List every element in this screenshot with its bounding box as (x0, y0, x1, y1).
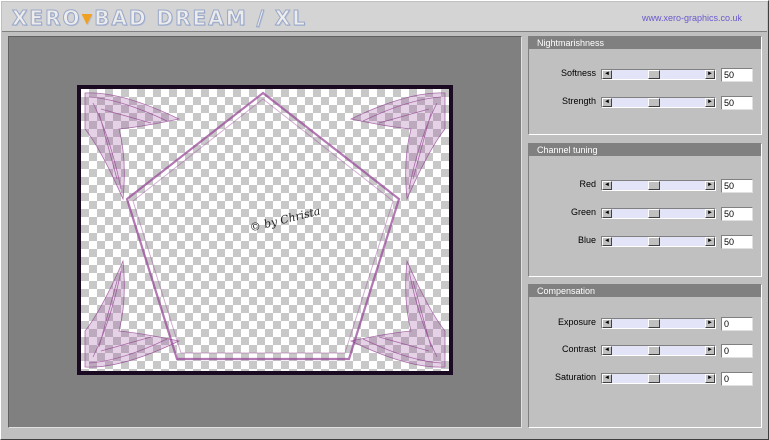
strength-slider[interactable]: ◄ ► (601, 97, 716, 108)
control-label: Exposure (557, 317, 596, 327)
left-arrow-icon[interactable]: ◄ (602, 374, 612, 383)
slider-thumb[interactable] (648, 209, 660, 218)
left-arrow-icon[interactable]: ◄ (602, 346, 612, 355)
softness-slider[interactable]: ◄ ► (601, 69, 716, 80)
slider-thumb[interactable] (648, 374, 660, 383)
right-arrow-icon[interactable]: ► (705, 70, 715, 79)
control-red: Red ◄ ► 50 (529, 178, 761, 193)
control-saturation: Saturation ◄ ► 0 (529, 371, 761, 386)
left-arrow-icon[interactable]: ◄ (602, 98, 612, 107)
right-arrow-icon[interactable]: ► (705, 181, 715, 190)
control-label: Softness (560, 68, 596, 78)
panel-nightmarishness: Nightmarishness Softness ◄ ► 50 Strength… (528, 36, 762, 135)
saturation-slider[interactable]: ◄ ► (601, 373, 716, 384)
panel-channel-tuning: Channel tuning Red ◄ ► 50 Green ◄ ► 50 B… (528, 143, 762, 277)
control-label: Blue (577, 235, 596, 245)
blue-slider[interactable]: ◄ ► (601, 236, 716, 247)
preview-image: © by Christa (77, 85, 453, 375)
slider-thumb[interactable] (648, 237, 660, 246)
control-label: Red (579, 179, 596, 189)
strength-input[interactable]: 50 (721, 96, 753, 110)
control-softness: Softness ◄ ► 50 (529, 67, 761, 82)
slider-thumb[interactable] (648, 319, 660, 328)
right-arrow-icon[interactable]: ► (705, 209, 715, 218)
panel-title: Channel tuning (529, 144, 761, 156)
slider-thumb[interactable] (648, 346, 660, 355)
slider-thumb[interactable] (648, 181, 660, 190)
exposure-input[interactable]: 0 (721, 317, 753, 331)
red-input[interactable]: 50 (721, 179, 753, 193)
softness-input[interactable]: 50 (721, 68, 753, 82)
right-arrow-icon[interactable]: ► (705, 237, 715, 246)
saturation-input[interactable]: 0 (721, 372, 753, 386)
blue-input[interactable]: 50 (721, 235, 753, 249)
right-arrow-icon[interactable]: ► (705, 98, 715, 107)
green-slider[interactable]: ◄ ► (601, 208, 716, 219)
slider-thumb[interactable] (648, 70, 660, 79)
slider-thumb[interactable] (648, 98, 660, 107)
left-arrow-icon[interactable]: ◄ (602, 209, 612, 218)
website-link[interactable]: www.xero-graphics.co.uk (642, 13, 742, 23)
right-arrow-icon[interactable]: ► (705, 374, 715, 383)
app-title: XERO▼BAD DREAM / XL (11, 6, 307, 31)
panel-title: Nightmarishness (529, 37, 761, 49)
control-label: Contrast (561, 344, 596, 354)
control-label: Saturation (554, 372, 596, 382)
contrast-slider[interactable]: ◄ ► (601, 345, 716, 356)
app-title-right: BAD DREAM / XL (94, 6, 307, 31)
green-input[interactable]: 50 (721, 207, 753, 221)
left-arrow-icon[interactable]: ◄ (602, 237, 612, 246)
right-arrow-icon[interactable]: ► (705, 346, 715, 355)
preview-area[interactable]: © by Christa (8, 36, 522, 428)
right-arrow-icon[interactable]: ► (705, 319, 715, 328)
left-arrow-icon[interactable]: ◄ (602, 319, 612, 328)
exposure-slider[interactable]: ◄ ► (601, 318, 716, 329)
control-exposure: Exposure ◄ ► 0 (529, 316, 761, 331)
red-slider[interactable]: ◄ ► (601, 180, 716, 191)
control-label: Strength (561, 96, 596, 106)
control-strength: Strength ◄ ► 50 (529, 95, 761, 110)
panel-title: Compensation (529, 285, 761, 297)
triangle-down-icon: ▼ (81, 11, 95, 27)
control-contrast: Contrast ◄ ► 0 (529, 343, 761, 358)
control-blue: Blue ◄ ► 50 (529, 234, 761, 249)
panel-compensation: Compensation Exposure ◄ ► 0 Contrast ◄ ►… (528, 284, 762, 428)
left-arrow-icon[interactable]: ◄ (602, 181, 612, 190)
contrast-input[interactable]: 0 (721, 344, 753, 358)
control-label: Green (570, 207, 596, 217)
plugin-window: XERO▼BAD DREAM / XL www.xero-graphics.co… (0, 0, 769, 440)
app-title-left: XERO (11, 6, 82, 31)
left-arrow-icon[interactable]: ◄ (602, 70, 612, 79)
title-bar: XERO▼BAD DREAM / XL www.xero-graphics.co… (2, 2, 767, 32)
control-green: Green ◄ ► 50 (529, 206, 761, 221)
